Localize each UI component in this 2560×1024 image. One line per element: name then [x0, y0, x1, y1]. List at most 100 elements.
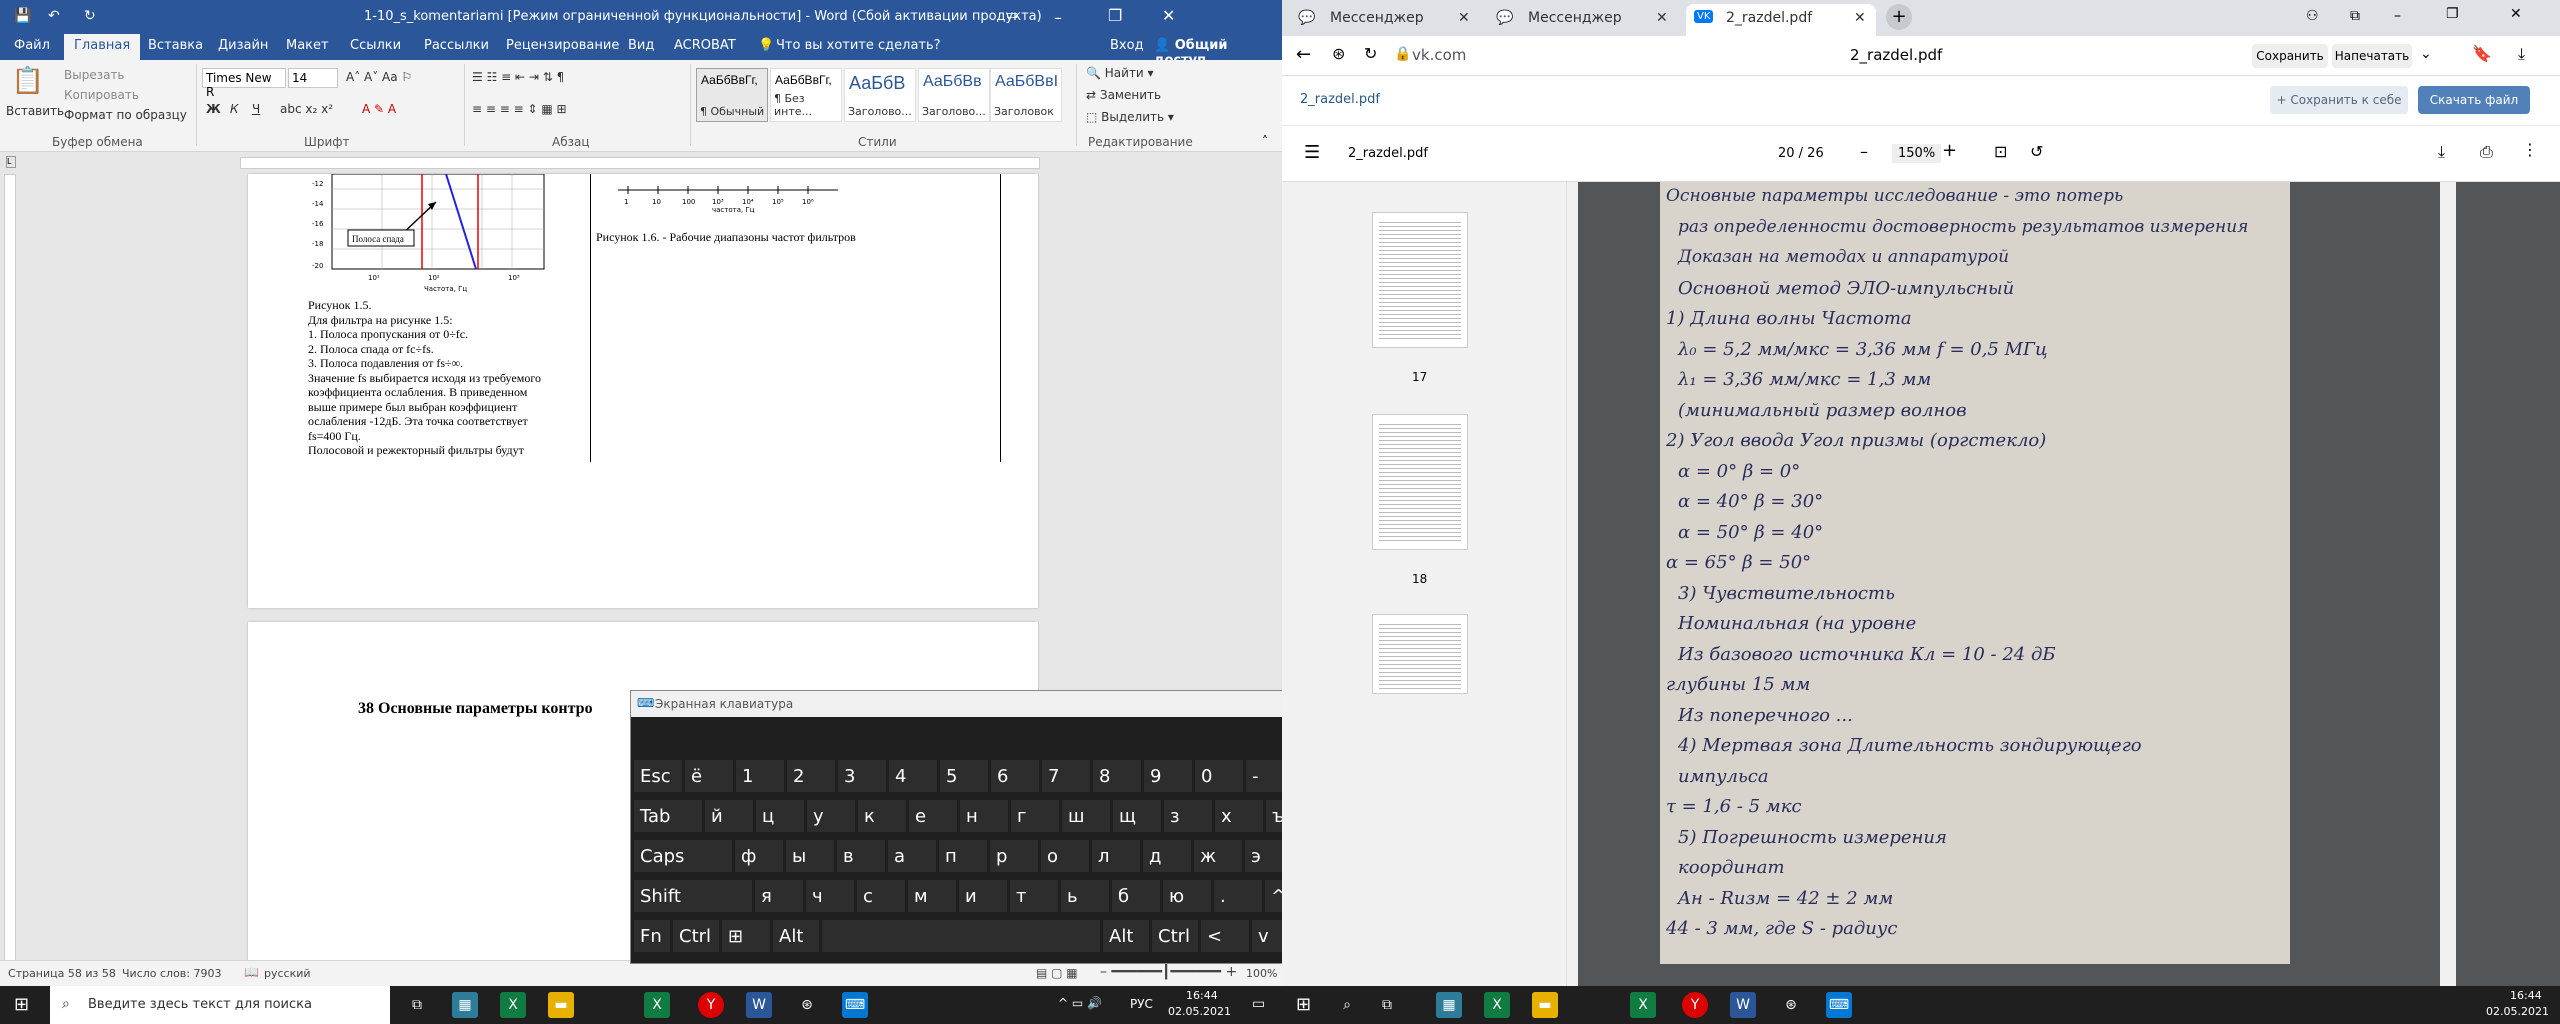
view-mode-icons[interactable]: ▤ ▢ ▦ [1036, 966, 1078, 980]
select-button[interactable]: ⬚ Выделить ▾ [1086, 110, 1174, 124]
zoom-out-icon[interactable]: – [1860, 142, 1868, 161]
clock-time[interactable]: 16:44 [1186, 989, 1218, 1002]
key[interactable]: 2 [786, 759, 836, 793]
style-no-spacing[interactable]: АаБбВвГг, ¶ Без инте... [770, 68, 842, 122]
bookmark-icon[interactable]: 🔖 [2472, 44, 2492, 63]
key[interactable]: л [1091, 839, 1141, 873]
collapse-ribbon-icon[interactable]: ˄ [1262, 134, 1268, 148]
key[interactable]: 7 [1041, 759, 1091, 793]
key[interactable]: з [1163, 799, 1213, 833]
tab-review[interactable]: Рецензирование [506, 38, 619, 53]
find-button[interactable]: 🔍 Найти ▾ [1086, 66, 1154, 80]
cut-button[interactable]: Вырезать [64, 68, 125, 82]
task-view-icon[interactable]: ⧉ [404, 992, 430, 1018]
calculator-icon[interactable]: ▦ [1436, 992, 1462, 1018]
key[interactable]: о [1040, 839, 1090, 873]
tab-close-icon[interactable]: ✕ [1854, 10, 1866, 26]
excel-icon[interactable]: X [500, 992, 526, 1018]
clock-date[interactable]: 02.05.2021 [2486, 1005, 2549, 1018]
signin-button[interactable]: Вход [1110, 38, 1144, 53]
zoom-level[interactable]: 100% [1246, 967, 1277, 980]
page-thumbnail[interactable] [1372, 212, 1468, 348]
save-page-button[interactable]: Сохранить [2252, 44, 2328, 68]
excel-icon[interactable]: X [644, 992, 670, 1018]
ribbon-display-icon[interactable]: ▭ [1006, 8, 1018, 23]
print-page-button[interactable]: Напечатать [2332, 44, 2412, 68]
bold-button[interactable]: Ж [206, 102, 221, 116]
copy-button[interactable]: Копировать [64, 88, 139, 102]
page-thumbnail[interactable] [1372, 614, 1468, 694]
tab-close-icon[interactable]: ✕ [1458, 10, 1470, 26]
download-file-button[interactable]: Скачать файл [2418, 86, 2530, 114]
underline-button[interactable]: Ч [252, 102, 260, 116]
key[interactable]: 1 [735, 759, 785, 793]
window-restore-icon[interactable]: ⧉ [2350, 8, 2360, 24]
document-page[interactable]: Полоса спада -12 -14 -16 -18 -20 10¹ 10² 10³… [248, 174, 1038, 608]
zoom-level[interactable]: 150% [1892, 144, 1942, 163]
undo-icon[interactable]: ↶ [48, 8, 60, 24]
key[interactable]: й [704, 799, 754, 833]
key[interactable]: ё [684, 759, 734, 793]
print-icon[interactable]: ⎙ [2480, 142, 2493, 162]
clock-date[interactable]: 02.05.2021 [1168, 1005, 1231, 1018]
save-icon[interactable]: 💾 [14, 8, 31, 24]
proofing-icon[interactable]: 📖 [244, 965, 259, 979]
tab-view[interactable]: Вид [628, 38, 654, 53]
key[interactable]: ю [1162, 879, 1212, 913]
download-icon[interactable]: ⤓ [2518, 44, 2525, 64]
tab-file[interactable]: Файл [14, 38, 50, 53]
vertical-ruler[interactable] [4, 174, 16, 964]
clock-time[interactable]: 16:44 [2510, 989, 2542, 1002]
word-icon[interactable]: W [746, 992, 772, 1018]
shield-icon[interactable]: ⊛ [1332, 44, 1345, 63]
italic-button[interactable]: К [230, 102, 239, 116]
key[interactable]: 0 [1194, 759, 1244, 793]
tab-home[interactable]: Главная [64, 34, 141, 60]
key[interactable]: ⊞ [721, 919, 771, 953]
key[interactable]: х [1214, 799, 1264, 833]
key[interactable]: ь [1060, 879, 1110, 913]
key[interactable]: р [989, 839, 1039, 873]
rotate-icon[interactable]: ↺ [2030, 142, 2043, 161]
menu-icon[interactable]: ☰ [1304, 142, 1320, 163]
back-icon[interactable]: ← [1296, 44, 1311, 65]
key[interactable]: я [754, 879, 804, 913]
format-painter-button[interactable]: Формат по образцу [64, 108, 187, 122]
calculator-icon[interactable]: ▦ [452, 992, 478, 1018]
tab-close-icon[interactable]: ✕ [1656, 10, 1668, 26]
notification-icon[interactable]: ▭ [1252, 996, 1265, 1012]
tab-acrobat[interactable]: ACROBAT [674, 38, 736, 53]
minimize-icon[interactable]: – [2394, 8, 2401, 24]
key[interactable]: с [856, 879, 906, 913]
key[interactable]: 6 [990, 759, 1040, 793]
file-link[interactable]: 2_razdel.pdf [1300, 92, 1380, 107]
key[interactable]: 5 [939, 759, 989, 793]
zoom-slider[interactable]: – ━━━━━━┃━━━━━━ + [1100, 964, 1237, 980]
sidebar-scrollbar[interactable] [1566, 182, 1578, 986]
maximize-icon[interactable]: ❐ [1108, 6, 1122, 25]
key[interactable]: Alt [1102, 919, 1150, 953]
file-explorer-icon[interactable]: ▬ [548, 992, 574, 1018]
key[interactable]: < [1200, 919, 1250, 953]
key[interactable]: Ctrl [1151, 919, 1199, 953]
tab-menu-icon[interactable]: ⚇ [2306, 8, 2319, 24]
onscreen-keyboard-icon[interactable]: ⌨ [1826, 992, 1852, 1018]
key[interactable]: у [806, 799, 856, 833]
strike-sub-sup-icons[interactable]: abc x₂ x² [280, 102, 333, 116]
key[interactable]: п [938, 839, 988, 873]
task-view-icon[interactable]: ⧉ [1374, 992, 1400, 1018]
more-icon[interactable]: ⋮ [2522, 140, 2538, 159]
key[interactable]: к [857, 799, 907, 833]
key[interactable]: 9 [1143, 759, 1193, 793]
word-count[interactable]: Число слов: 7903 [122, 967, 221, 980]
language-status[interactable]: русский [264, 967, 311, 980]
excel-icon[interactable]: X [1484, 992, 1510, 1018]
browser-tab[interactable]: 💬 Мессенджер ✕ [1290, 4, 1480, 36]
key[interactable]: 8 [1092, 759, 1142, 793]
tab-references[interactable]: Ссылки [350, 38, 401, 53]
paste-button[interactable]: Вставить [6, 104, 64, 118]
browser-tab-active[interactable]: VK 2_razdel.pdf ✕ [1686, 4, 1876, 36]
yandex-browser-icon[interactable]: Y [1682, 992, 1708, 1018]
style-normal[interactable]: АаБбВвГг, ¶ Обычный [696, 68, 768, 122]
redo-icon[interactable]: ↻ [84, 8, 96, 24]
